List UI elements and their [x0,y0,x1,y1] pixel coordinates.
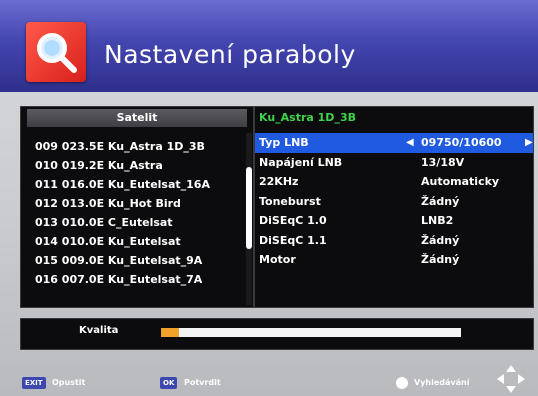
screen: Nastavení paraboly Satelit 009 023.5E Ku… [0,0,538,396]
satellite-item[interactable]: 012 013.0E Ku_Hot Bird [35,194,253,213]
satellite-item[interactable]: 016 007.0E Ku_Eutelsat_7A [35,270,253,289]
satellite-item[interactable]: 015 009.0E Ku_Eutelsat_9A [35,251,253,270]
setting-label: 22KHz [259,175,299,188]
ok-key-icon[interactable]: OK [160,377,178,389]
setting-value: LNB2 [421,214,454,227]
setting-value: Žádný [421,194,460,208]
satellite-item[interactable]: 010 019.2E Ku_Astra [35,156,253,175]
dpad-icon [497,365,525,393]
setting-label: DiSEqC 1.0 [259,214,327,227]
setting-label: DiSEqC 1.1 [259,233,327,247]
search-label[interactable]: Vyhledávání [414,377,469,389]
ok-label[interactable]: Potvrdit [184,377,221,389]
satellite-list: 009 023.5E Ku_Astra 1D_3B 010 019.2E Ku_… [35,137,253,289]
satellite-item[interactable]: 013 010.0E C_Eutelsat [35,213,253,232]
header-bar: Nastavení paraboly [0,0,538,92]
setting-value: Automaticky [421,175,500,188]
setting-value: Žádný [421,233,460,247]
setting-label: Typ LNB [259,136,309,149]
setting-label: Napájení LNB [259,155,343,169]
settings-list: Typ LNB ◀ 09750/10600 ▶ Napájení LNB 13/… [255,133,533,270]
setting-row-diseqc-11[interactable]: DiSEqC 1.1 Žádný [255,231,533,251]
setting-row-lnb-type[interactable]: Typ LNB ◀ 09750/10600 ▶ [255,133,533,153]
satellite-item[interactable]: 009 023.5E Ku_Astra 1D_3B [35,137,253,156]
page-title: Nastavení paraboly [104,40,356,69]
quality-label: Kvalita [79,325,119,336]
settings-panel-title: Ku_Astra 1D_3B [259,111,356,124]
satellite-panel: Satelit 009 023.5E Ku_Astra 1D_3B 010 01… [20,106,254,308]
setting-row-22khz[interactable]: 22KHz Automaticky [255,172,533,192]
quality-panel: Kvalita [20,318,534,350]
satellite-item[interactable]: 011 016.0E Ku_Eutelsat_16A [35,175,253,194]
setting-row-toneburst[interactable]: Toneburst Žádný [255,192,533,212]
satellite-item[interactable]: 014 010.0E Ku_Eutelsat [35,232,253,251]
setting-label: Toneburst [259,194,321,208]
arrow-left-icon[interactable]: ◀ [406,133,414,153]
settings-panel: Ku_Astra 1D_3B Typ LNB ◀ 09750/10600 ▶ N… [254,106,534,308]
footer-bar: EXIT Opustit OK Potvrdit Vyhledávání [0,358,538,396]
setting-row-diseqc-10[interactable]: DiSEqC 1.0 LNB2 [255,211,533,231]
exit-key-icon[interactable]: EXIT [22,377,46,389]
scrollbar-thumb[interactable] [246,167,252,249]
setting-label: Motor [259,253,296,266]
setting-row-motor[interactable]: Motor Žádný [255,250,533,270]
setting-row-lnb-power[interactable]: Napájení LNB 13/18V [255,153,533,173]
setting-value: 09750/10600 [421,136,502,149]
search-dot-icon[interactable] [396,377,408,389]
setting-value: Žádný [421,253,460,266]
setting-value: 13/18V [421,155,465,169]
quality-bar [161,328,461,337]
exit-label[interactable]: Opustit [52,377,85,389]
quality-bar-fill [161,328,179,337]
satellite-panel-title: Satelit [27,109,247,127]
search-icon [26,22,86,82]
arrow-right-icon[interactable]: ▶ [525,133,533,153]
satellite-scrollbar[interactable] [246,133,252,305]
